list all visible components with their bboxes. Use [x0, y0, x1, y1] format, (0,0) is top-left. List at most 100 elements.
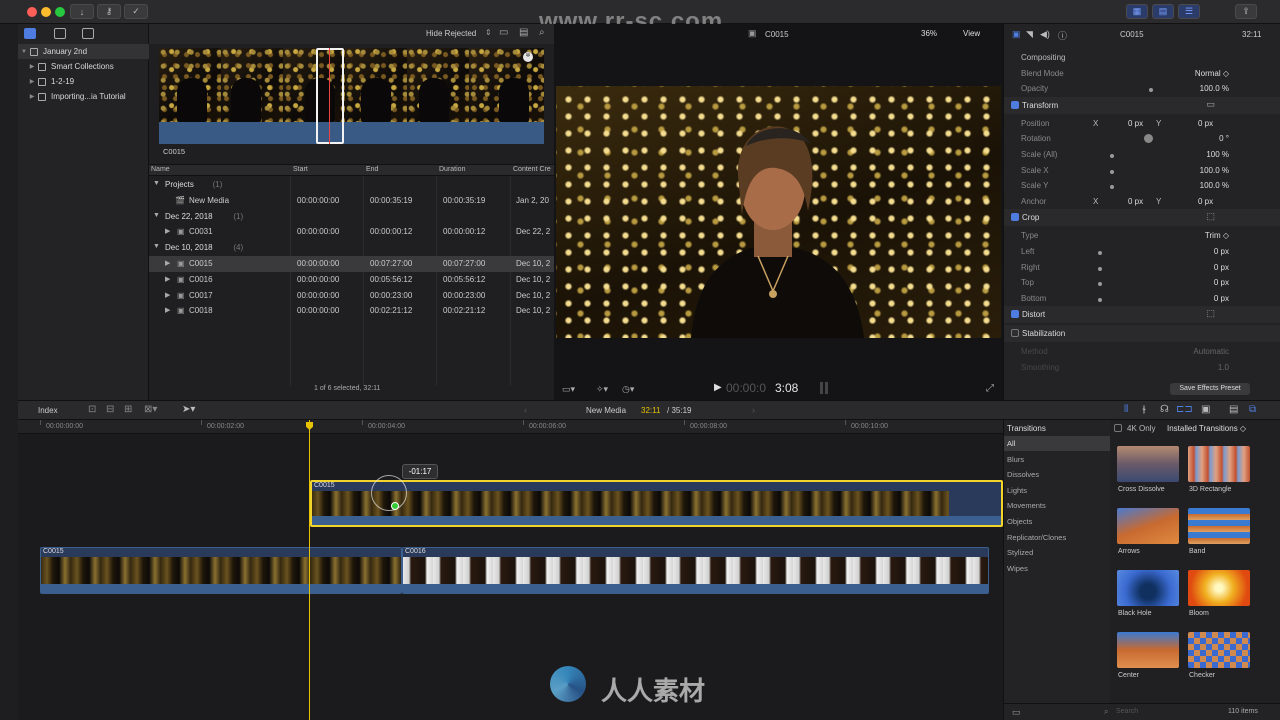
transition-thumb-band[interactable]: [1188, 508, 1250, 544]
hide-rejected-dropdown[interactable]: Hide Rejected: [426, 29, 476, 38]
property-slider-knob[interactable]: [1110, 169, 1114, 174]
inspector-property[interactable]: Position X 0 px Y 0 px: [1004, 116, 1280, 131]
property-value[interactable]: 0 px: [1214, 263, 1229, 272]
disclosure-closed-icon[interactable]: ▶: [165, 306, 170, 314]
property-value[interactable]: 0 px: [1214, 278, 1229, 287]
photos-icon[interactable]: [54, 28, 66, 39]
property-value[interactable]: 1.0: [1218, 363, 1229, 372]
transition-thumb-arrows[interactable]: [1117, 508, 1179, 544]
inspector-property[interactable]: Blend Mode Normal ◇: [1004, 66, 1280, 81]
column-header-start[interactable]: Start: [293, 166, 308, 173]
inspector-section-crop[interactable]: Crop ⬚: [1004, 209, 1280, 227]
keywords-button[interactable]: ⚷: [97, 4, 121, 19]
transition-thumb-cross-dissolve[interactable]: [1117, 446, 1179, 482]
browser-row[interactable]: ▶ ▣ C0016 00:00:00:00 00:05:56:12 00:05:56:12…: [149, 272, 554, 288]
list-view-icon[interactable]: ▤: [519, 27, 528, 38]
section-checkbox[interactable]: [1011, 100, 1019, 109]
disclosure-closed-icon[interactable]: ▶: [165, 291, 170, 299]
save-effects-preset-button[interactable]: Save Effects Preset: [1170, 383, 1250, 395]
sidebar-toggle-icon[interactable]: ▭: [1012, 707, 1021, 718]
property-value[interactable]: Normal ◇: [1195, 69, 1229, 78]
disclosure-open-icon[interactable]: ▼: [153, 243, 160, 250]
audio-waveform-toggle-icon[interactable]: ⫴: [1124, 404, 1128, 415]
browser-row[interactable]: ▶ ▣ C0017 00:00:00:00 00:00:23:00 00:00:23:00…: [149, 288, 554, 304]
property-x-value[interactable]: 0 px: [1128, 119, 1143, 128]
viewer-crop-menu[interactable]: ▭▾: [562, 384, 575, 395]
property-value[interactable]: 100.0 %: [1200, 84, 1229, 93]
layout-inspector-toggle[interactable]: ☰: [1178, 4, 1200, 19]
disclosure-closed-icon[interactable]: ▶: [165, 227, 170, 235]
history-back-icon[interactable]: ‹: [524, 405, 527, 415]
property-slider-knob[interactable]: [1149, 88, 1153, 93]
layout-libraries-toggle[interactable]: ▦: [1126, 4, 1148, 19]
property-value[interactable]: 0 px: [1214, 247, 1229, 256]
section-checkbox[interactable]: [1011, 329, 1019, 338]
filmstrip-selection-range[interactable]: [316, 48, 344, 144]
inspector-section-stabilization[interactable]: Stabilization: [1004, 325, 1280, 343]
titles-icon[interactable]: [82, 28, 94, 39]
property-value[interactable]: 0 °: [1219, 134, 1229, 143]
inspector-property[interactable]: Anchor X 0 px Y 0 px: [1004, 194, 1280, 209]
clip-appearance-icon[interactable]: ▭: [499, 27, 508, 38]
library-item-event-1-2-19[interactable]: ▶ 1-2-19: [18, 74, 149, 89]
transition-thumb-bloom[interactable]: [1188, 570, 1250, 606]
import-button[interactable]: ↓: [70, 4, 94, 19]
play-button[interactable]: ▶: [714, 382, 722, 393]
inspector-property[interactable]: Rotation 0 °: [1004, 131, 1280, 146]
overwrite-clip-icon[interactable]: ⊠▾: [144, 404, 157, 415]
column-header-end[interactable]: End: [366, 166, 378, 173]
browser-row[interactable]: ▼ Dec 10, 2018 (4): [149, 240, 554, 256]
filmstrip[interactable]: ✲: [159, 48, 544, 144]
info-inspector-tab[interactable]: ⓘ: [1058, 29, 1067, 42]
layout-timeline-toggle[interactable]: ▤: [1152, 4, 1174, 19]
inspector-property[interactable]: Opacity 100.0 %: [1004, 81, 1280, 96]
close-window-button[interactable]: [27, 7, 37, 17]
viewer-enhance-menu[interactable]: ✧▾: [596, 384, 608, 395]
section-checkbox[interactable]: [1011, 310, 1019, 319]
viewer-speed-menu[interactable]: ◷▾: [622, 384, 634, 395]
property-slider-knob[interactable]: [1098, 250, 1102, 255]
libraries-icon[interactable]: [24, 28, 36, 39]
transition-thumb-black-hole[interactable]: [1117, 570, 1179, 606]
inspector-property[interactable]: Left 0 px: [1004, 244, 1280, 259]
library-item-january[interactable]: ▼ January 2nd: [18, 44, 149, 59]
timecode-display[interactable]: 3:08: [775, 381, 798, 395]
inspector-property[interactable]: Method Automatic: [1004, 344, 1280, 359]
property-value[interactable]: 100.0 %: [1200, 181, 1229, 190]
zoom-dropdown[interactable]: 36%: [921, 29, 937, 38]
column-header-content-created[interactable]: Content Cre: [513, 166, 551, 173]
playhead[interactable]: [309, 420, 310, 720]
inspector-property[interactable]: Scale Y 100.0 %: [1004, 178, 1280, 193]
property-slider-knob[interactable]: [1110, 153, 1114, 158]
property-y-value[interactable]: 0 px: [1198, 119, 1213, 128]
fullscreen-icon[interactable]: ⤢: [986, 383, 994, 394]
clip-appearance-icon[interactable]: ▣: [1201, 404, 1210, 415]
primary-clip-c0016[interactable]: C0016: [402, 547, 989, 594]
property-value[interactable]: 100.0 %: [1200, 166, 1229, 175]
transition-thumb-checker[interactable]: [1188, 632, 1250, 668]
column-header-name[interactable]: Name: [151, 166, 170, 173]
property-slider-knob[interactable]: [1098, 297, 1102, 302]
disclosure-open-icon[interactable]: ▼: [153, 212, 160, 219]
library-item-importing-tutorial[interactable]: ▶ Importing...ia Tutorial: [18, 89, 149, 104]
inspector-section-transform[interactable]: Transform ▭: [1004, 96, 1280, 114]
property-slider-knob[interactable]: [1098, 282, 1102, 287]
browser-row[interactable]: ▶ ▣ C0018 00:00:00:00 00:02:21:12 00:02:21:12…: [149, 303, 554, 319]
property-value[interactable]: 100 %: [1206, 150, 1229, 159]
property-value[interactable]: Trim ◇: [1205, 231, 1229, 240]
headphones-icon[interactable]: ☊: [1160, 404, 1169, 415]
share-button[interactable]: ⇪: [1235, 4, 1257, 19]
minimize-window-button[interactable]: [41, 7, 51, 17]
disclosure-closed-icon[interactable]: ▶: [165, 275, 170, 283]
inspector-property[interactable]: Scale (All) 100 %: [1004, 147, 1280, 162]
view-dropdown[interactable]: View: [963, 29, 980, 38]
rotation-dial[interactable]: [1144, 134, 1153, 144]
viewer-video-frame[interactable]: [556, 86, 1001, 338]
disclosure-closed-icon[interactable]: ▶: [165, 259, 170, 267]
browser-row[interactable]: ▼ Projects (1): [149, 177, 554, 193]
timeline-index-button[interactable]: Index: [38, 406, 58, 415]
inspector-property[interactable]: Right 0 px: [1004, 260, 1280, 275]
browser-row[interactable]: ▶ ▣ C0015 00:00:00:00 00:07:27:00 00:07:27:00…: [149, 256, 554, 272]
select-tool-icon[interactable]: ➤▾: [182, 404, 195, 415]
section-tool-icon[interactable]: ▭: [1206, 99, 1215, 110]
